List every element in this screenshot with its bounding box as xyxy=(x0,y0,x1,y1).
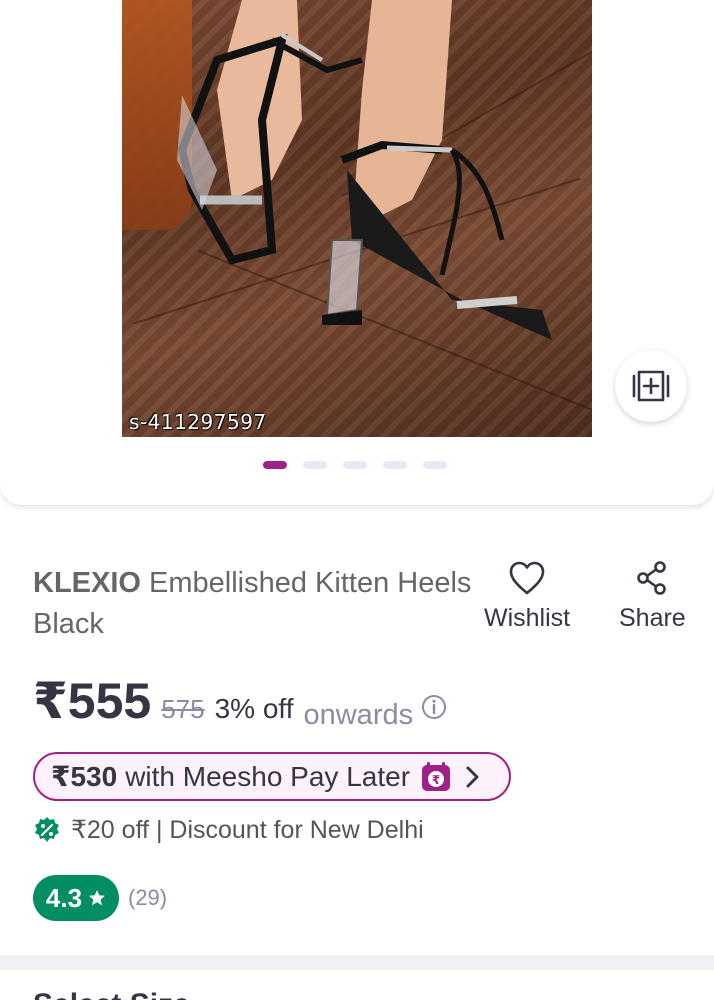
rating-count: (29) xyxy=(128,885,168,910)
price-onwards: onwards xyxy=(303,699,414,731)
product-image[interactable] xyxy=(122,0,592,437)
heart-icon xyxy=(509,561,545,595)
section-divider xyxy=(0,955,714,970)
share-label: Share xyxy=(619,604,686,632)
pay-later-text: with Meesho Pay Later xyxy=(125,760,411,792)
add-to-collection-icon xyxy=(632,370,670,402)
wishlist-label: Wishlist xyxy=(484,604,571,632)
discount-offer-text: ₹20 off | Discount for New Delhi xyxy=(71,816,424,844)
carousel-dot[interactable] xyxy=(263,461,287,469)
calendar-rupee-icon: ₹ xyxy=(422,761,451,791)
svg-text:₹: ₹ xyxy=(432,773,440,787)
carousel-dot[interactable] xyxy=(383,461,407,469)
discount-badge-icon xyxy=(35,817,59,842)
product-image-card: s-411297597 xyxy=(0,0,714,505)
chevron-right-icon xyxy=(466,766,479,787)
add-to-collection-button[interactable] xyxy=(615,350,687,422)
carousel-dot[interactable] xyxy=(303,461,327,469)
product-title: KLEXIO Embellished Kitten Heels Black xyxy=(33,563,483,645)
product-sku-label: s-411297597 xyxy=(129,410,267,434)
price-row: ₹555 575 3% off onwards xyxy=(33,672,447,731)
product-brand: KLEXIO xyxy=(33,567,141,599)
discount-offer-row: ₹20 off | Discount for New Delhi xyxy=(33,815,424,845)
pay-later-offer[interactable]: ₹530 with Meesho Pay Later ₹ xyxy=(33,752,511,801)
share-button[interactable]: Share xyxy=(619,560,686,633)
pay-later-amount: ₹530 xyxy=(51,761,118,792)
image-carousel-indicators xyxy=(263,461,447,469)
info-icon[interactable] xyxy=(421,694,447,720)
price-current: ₹555 xyxy=(33,673,152,729)
select-size-heading: Select Size xyxy=(33,988,190,1000)
price-discount: 3% off xyxy=(214,693,294,724)
star-icon xyxy=(89,890,106,906)
rating-badge: 4.3 xyxy=(33,875,119,921)
rating-value: 4.3 xyxy=(45,882,83,913)
share-icon xyxy=(637,561,667,595)
price-mrp: 575 xyxy=(161,694,205,724)
carousel-dot[interactable] xyxy=(343,461,367,469)
wishlist-button[interactable]: Wishlist xyxy=(484,560,570,633)
rating-row[interactable]: 4.3 (29) xyxy=(33,875,167,921)
carousel-dot[interactable] xyxy=(423,461,447,469)
